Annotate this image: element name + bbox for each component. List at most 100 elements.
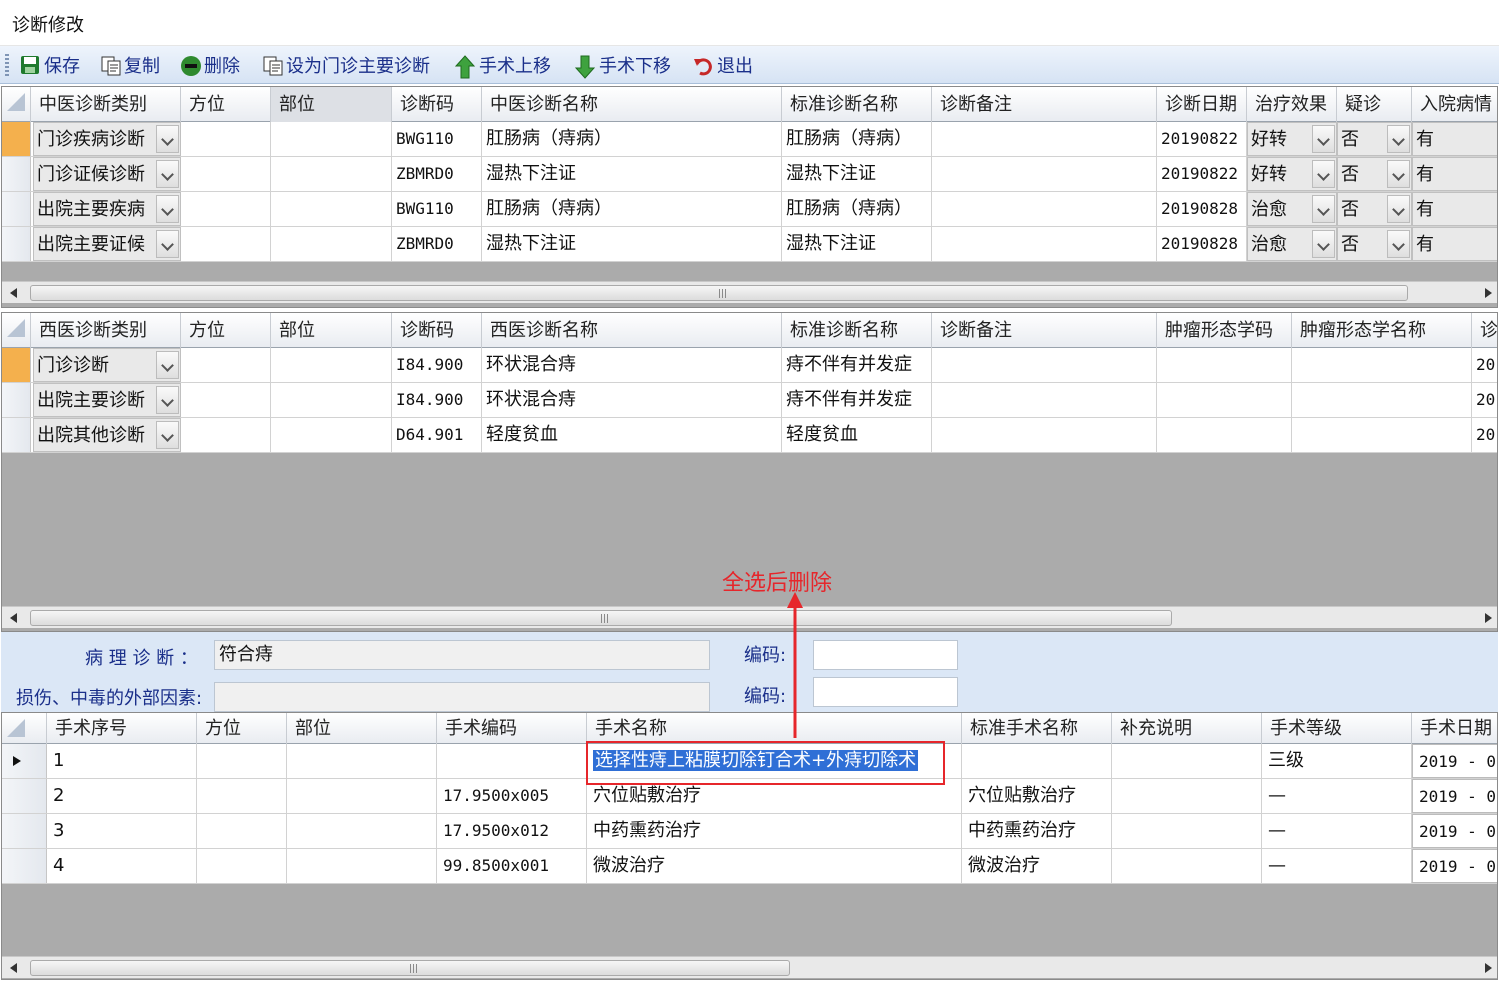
name-cell[interactable]: 环状混合痔 (482, 348, 782, 382)
col-header[interactable]: 方位 (197, 713, 287, 744)
row-header[interactable] (2, 849, 47, 883)
scroll-right-icon[interactable] (1477, 607, 1497, 629)
row-header[interactable] (2, 348, 31, 382)
scroll-left-icon[interactable] (2, 282, 24, 304)
date-picker[interactable]: 2019 - 08 (1412, 849, 1497, 883)
name-cell[interactable]: 湿热下注证 (482, 227, 782, 261)
morph-name-cell[interactable] (1292, 383, 1472, 417)
fangwei-cell[interactable] (181, 383, 271, 417)
col-header[interactable]: 补充说明 (1112, 713, 1262, 744)
category-combo[interactable]: 门诊疾病诊断 (33, 122, 181, 156)
col-header[interactable]: 肿瘤形态学名称 (1292, 313, 1472, 348)
col-header[interactable]: 标准诊断名称 (782, 313, 932, 348)
std-name-cell[interactable]: 湿热下注证 (782, 157, 932, 191)
fangwei-cell[interactable] (197, 744, 287, 778)
table-row[interactable]: 出院其他诊断 D64.901 轻度贫血 轻度贫血 20 (2, 418, 1497, 453)
category-combo[interactable]: 门诊诊断 (33, 348, 181, 382)
row-header[interactable] (2, 192, 31, 226)
save-button[interactable]: 保存 (20, 51, 80, 79)
category-combo[interactable]: 出院主要证候 (33, 227, 181, 261)
pathology-input[interactable]: 符合痔 (214, 640, 710, 670)
chevron-down-icon[interactable] (1387, 125, 1410, 153)
remark-cell[interactable] (932, 157, 1157, 191)
select-all-corner[interactable] (2, 87, 31, 122)
suspect-combo[interactable]: 否 (1337, 122, 1412, 156)
code-cell[interactable]: I84.900 (392, 383, 482, 417)
std-name-cell[interactable]: 痔不伴有并发症 (782, 348, 932, 382)
admission-cell[interactable]: 有 (1412, 157, 1497, 191)
code-cell[interactable]: 17.9500x005 (437, 779, 587, 813)
date-cell[interactable]: 20190822 (1157, 122, 1247, 156)
col-header[interactable]: 标准手术名称 (962, 713, 1112, 744)
date-cell[interactable]: 20 (1472, 383, 1497, 417)
chevron-down-icon[interactable] (1387, 230, 1410, 258)
move-up-button[interactable]: 手术上移 (454, 51, 551, 79)
date-picker[interactable]: 2019 - 08 (1412, 779, 1497, 813)
scrollbar-thumb[interactable] (30, 960, 790, 976)
row-header[interactable] (2, 227, 31, 261)
col-header[interactable]: 诊断日期 (1157, 87, 1247, 122)
buwei-cell[interactable] (271, 192, 392, 226)
delete-button[interactable]: 删除 (180, 51, 240, 79)
fangwei-cell[interactable] (181, 157, 271, 191)
col-header[interactable]: 诊 (1472, 313, 1497, 348)
seq-cell[interactable]: 1 (47, 744, 197, 778)
table-row[interactable]: 出院主要疾病 BWG110 肛肠病（痔病） 肛肠病（痔病） 20190828 治… (2, 192, 1497, 227)
table-row[interactable]: 出院主要诊断 I84.900 环状混合痔 痔不伴有并发症 20 (2, 383, 1497, 418)
scrollbar-thumb[interactable] (30, 610, 1172, 626)
toolbar-grip[interactable] (5, 54, 9, 78)
std-name-cell[interactable]: 湿热下注证 (782, 227, 932, 261)
col-header[interactable]: 中医诊断类别 (31, 87, 181, 122)
horizontal-scrollbar[interactable] (2, 606, 1497, 629)
category-combo[interactable]: 门诊证候诊断 (33, 157, 181, 191)
col-header[interactable]: 部位 (287, 713, 437, 744)
horizontal-scrollbar[interactable] (2, 281, 1497, 304)
chevron-down-icon[interactable] (156, 421, 179, 449)
chevron-down-icon[interactable] (1312, 125, 1335, 153)
note-cell[interactable] (1112, 849, 1262, 883)
remark-cell[interactable] (932, 418, 1157, 452)
name-cell[interactable]: 肛肠病（痔病） (482, 122, 782, 156)
note-cell[interactable] (1112, 814, 1262, 848)
seq-cell[interactable]: 4 (47, 849, 197, 883)
remark-cell[interactable] (932, 227, 1157, 261)
select-all-corner[interactable] (2, 313, 31, 348)
name-cell[interactable]: 肛肠病（痔病） (482, 192, 782, 226)
remark-cell[interactable] (932, 122, 1157, 156)
surgery-name-cell[interactable]: 微波治疗 (587, 849, 962, 883)
col-header[interactable]: 西医诊断类别 (31, 313, 181, 348)
admission-cell[interactable]: 有 (1412, 227, 1497, 261)
suspect-combo[interactable]: 否 (1337, 157, 1412, 191)
note-cell[interactable] (1112, 744, 1262, 778)
table-row[interactable]: 门诊证候诊断 ZBMRD0 湿热下注证 湿热下注证 20190822 好转 否 … (2, 157, 1497, 192)
admission-cell[interactable]: 有 (1412, 192, 1497, 226)
buwei-cell[interactable] (271, 383, 392, 417)
buwei-cell[interactable] (287, 814, 437, 848)
col-header[interactable]: 方位 (181, 313, 271, 348)
scroll-left-icon[interactable] (2, 957, 24, 979)
col-header[interactable]: 治疗效果 (1247, 87, 1337, 122)
injury-code-input[interactable] (813, 677, 958, 707)
level-cell[interactable]: 三级 (1262, 744, 1412, 778)
exit-button[interactable]: 退出 (693, 51, 753, 79)
date-cell[interactable]: 20190828 (1157, 192, 1247, 226)
category-combo[interactable]: 出院主要疾病 (33, 192, 181, 226)
code-cell[interactable]: ZBMRD0 (392, 157, 482, 191)
morph-code-cell[interactable] (1157, 418, 1292, 452)
std-name-cell[interactable]: 肛肠病（痔病） (782, 192, 932, 226)
col-header[interactable]: 手术等级 (1262, 713, 1412, 744)
scroll-right-icon[interactable] (1477, 282, 1497, 304)
remark-cell[interactable] (932, 348, 1157, 382)
chevron-down-icon[interactable] (1387, 195, 1410, 223)
table-row[interactable]: 4 99.8500x001 微波治疗 微波治疗 — 2019 - 08 (2, 849, 1497, 884)
col-header[interactable]: 入院病情 (1412, 87, 1497, 122)
seq-cell[interactable]: 2 (47, 779, 197, 813)
col-header[interactable]: 部位 (271, 87, 392, 122)
table-row[interactable]: 门诊诊断 I84.900 环状混合痔 痔不伴有并发症 20 (2, 348, 1497, 383)
buwei-cell[interactable] (271, 348, 392, 382)
fangwei-cell[interactable] (197, 814, 287, 848)
date-cell[interactable]: 20190822 (1157, 157, 1247, 191)
buwei-cell[interactable] (287, 779, 437, 813)
chevron-down-icon[interactable] (1312, 195, 1335, 223)
note-cell[interactable] (1112, 779, 1262, 813)
